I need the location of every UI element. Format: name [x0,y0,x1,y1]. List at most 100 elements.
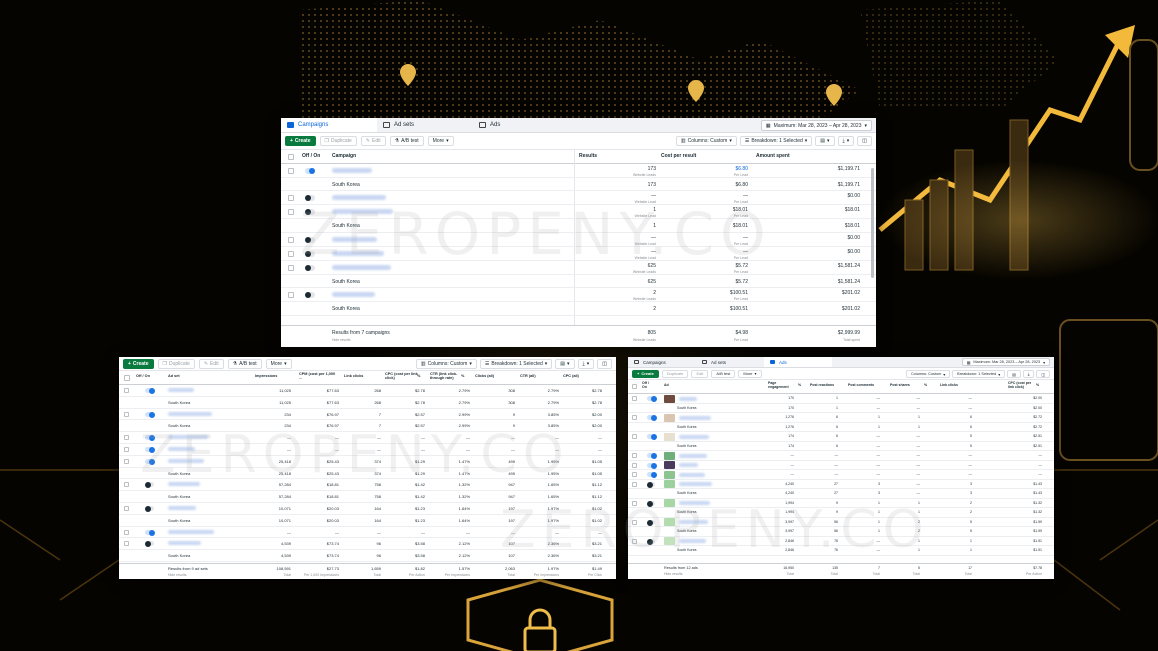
row-checkbox[interactable] [124,505,129,511]
export-button[interactable]: ⤓ ▾ [837,136,855,146]
col-link-clicks[interactable]: Link clicks [940,383,958,387]
ad-toggle[interactable] [647,481,655,488]
breakdown-row[interactable]: South Korea 1,994 9 1 1 2 $1.32 [628,508,1054,518]
row-checkbox[interactable] [288,209,294,216]
adset-toggle[interactable] [145,541,154,548]
ab-test-button[interactable]: ⚗ A/B test [389,136,424,146]
ad-row[interactable]: — — — — — — [628,451,1054,461]
breakdown-row[interactable]: South Korea 1 $18.01 $18.01 [281,219,876,233]
adset-toggle[interactable] [145,435,155,442]
redacted-ad-name[interactable] [679,472,705,477]
breakdown-dropdown[interactable]: ☰ Breakdown: 1 Selected ▾ [479,359,553,369]
redacted-adset-name[interactable] [168,411,212,416]
redacted-adset-name[interactable] [168,505,196,510]
more-button[interactable]: More ▾ [265,358,292,369]
breakdown-row[interactable]: South Korea 170 1 — — — $2.00 [628,404,1054,413]
redacted-campaign-name[interactable] [332,236,377,242]
row-checkbox[interactable] [288,264,294,271]
duplicate-button[interactable]: ❐ Duplicate [319,136,357,146]
scrollbar[interactable] [871,168,874,278]
redacted-adset-name[interactable] [168,541,201,546]
campaign-toggle[interactable] [305,195,315,202]
row-checkbox[interactable] [632,453,637,458]
duplicate-button[interactable]: ❐ Duplicate [157,358,195,369]
campaign-toggle[interactable] [305,264,315,271]
col-clicks-all[interactable]: Clicks (all) [475,374,494,378]
redacted-campaign-name[interactable] [332,264,391,270]
ad-thumbnail[interactable] [664,451,675,460]
col-cpc-link[interactable]: CPC (cost per link click) [385,372,421,380]
ad-row[interactable]: 4,240 27 3 — 3 $1.43 [628,480,1054,489]
adset-toggle[interactable] [145,482,154,489]
create-button[interactable]: + Create [123,358,154,369]
chart-toggle-button[interactable]: ◫ [1036,370,1050,378]
redacted-ad-name[interactable] [679,539,706,543]
row-checkbox[interactable] [632,415,637,420]
ad-row[interactable]: — — — — — — [628,461,1054,470]
row-checkbox[interactable] [124,435,129,441]
col-link-clicks[interactable]: Link clicks [344,374,363,378]
adset-row[interactable]: 25,418 $25.43 374 $1.29 1.47% 495 1.95% $1.05 [119,456,616,468]
redacted-campaign-name[interactable] [332,168,372,173]
hide-results-link[interactable]: Hide results [664,572,682,576]
col-ad[interactable]: Ad [664,383,669,387]
col-off-on[interactable]: Off / On [642,381,652,389]
campaign-row[interactable]: 173 Website Leads $6.80 Per Lead $1,199.71 [281,164,876,178]
campaign-row[interactable]: — Website Lead — Per Lead $0.00 [281,247,876,261]
redacted-adset-name[interactable] [168,458,204,463]
adset-row[interactable]: 234 $76.97 7 $2.57 2.99% 9 3.85% $2.00 [119,409,616,421]
ad-thumbnail[interactable] [664,432,675,441]
tab-campaigns[interactable]: Campaigns [281,118,377,132]
campaign-toggle[interactable] [305,168,315,174]
col-post-comments[interactable]: Post comments [848,383,874,387]
create-button[interactable]: + Create [285,136,316,146]
ad-row[interactable]: — — — — — — [628,470,1054,480]
adset-row[interactable]: — — — — — — — — [119,527,616,539]
campaign-toggle[interactable] [305,250,315,257]
adset-row[interactable]: — — — — — — — — [119,444,616,456]
columns-dropdown[interactable]: ▥ Columns: Custom ▾ [415,359,477,369]
edit-button[interactable]: ✎ Edit [360,136,386,146]
col-amount-spent[interactable]: Amount spent [756,153,790,159]
redacted-adset-name[interactable] [168,388,194,392]
campaign-toggle[interactable] [305,209,315,216]
redacted-campaign-name[interactable] [332,209,393,215]
adset-row[interactable]: 57,284 $18.81 758 $1.42 1.32% 947 1.65% $1.12 [119,479,616,492]
redacted-ad-name[interactable] [679,453,707,458]
columns-dropdown[interactable]: ▥ Columns: Custom ▾ [675,136,737,146]
tab-ads[interactable]: Ads [764,357,832,367]
row-checkbox[interactable] [124,458,129,464]
duplicate-button[interactable]: Duplicate [661,369,689,378]
breakdown-row[interactable]: South Korea 4,240 27 3 — 3 $1.43 [628,489,1054,499]
ad-row[interactable]: 170 1 — — — $2.00 [628,394,1054,404]
row-checkbox[interactable] [124,388,129,393]
col-impressions[interactable]: Impressions [255,374,277,378]
ad-toggle[interactable] [647,462,657,469]
ad-thumbnail[interactable] [664,413,675,422]
adset-row[interactable]: 11,025 $77.63 268 $2.78 2.79% 308 2.79% $2.78 [119,385,616,397]
ad-thumbnail[interactable] [664,499,675,507]
adset-toggle[interactable] [145,458,155,465]
ad-thumbnail[interactable] [664,394,675,403]
select-all-checkbox[interactable] [288,154,294,160]
columns-dropdown[interactable]: Columns: Custom ▾ [906,370,951,378]
ad-row[interactable]: 174 6 — — 5 $2.51 [628,432,1054,442]
breakdown-row[interactable]: South Korea 173 $6.80 $1,199.71 [281,178,876,192]
campaign-row[interactable]: 1 Website Lead $18.01 Per Lead $18.01 [281,205,876,220]
ad-toggle[interactable] [647,396,657,402]
redacted-ad-name[interactable] [679,501,710,505]
col-post-reactions[interactable]: Post reactions [810,383,834,387]
col-page-engagement[interactable]: Page engagement [768,381,796,389]
row-checkbox[interactable] [632,462,637,468]
reports-button[interactable]: ▤ [1007,370,1021,378]
tab-campaigns[interactable]: Campaigns [628,357,696,367]
select-all-checkbox[interactable] [632,384,637,389]
breakdown-dropdown[interactable]: Breakdown: 1 Selected ▾ [952,370,1006,378]
campaign-row[interactable]: — Website Lead — Per Lead $0.00 [281,233,876,247]
ad-thumbnail[interactable] [664,518,675,526]
row-checkbox[interactable] [632,472,637,477]
breakdown-row[interactable]: South Korea 3,997 56 1 2 5 $1.59 [628,527,1054,537]
redacted-campaign-name[interactable] [332,250,384,256]
redacted-ad-name[interactable] [679,463,698,467]
col-post-shares[interactable]: Post shares [890,383,910,387]
